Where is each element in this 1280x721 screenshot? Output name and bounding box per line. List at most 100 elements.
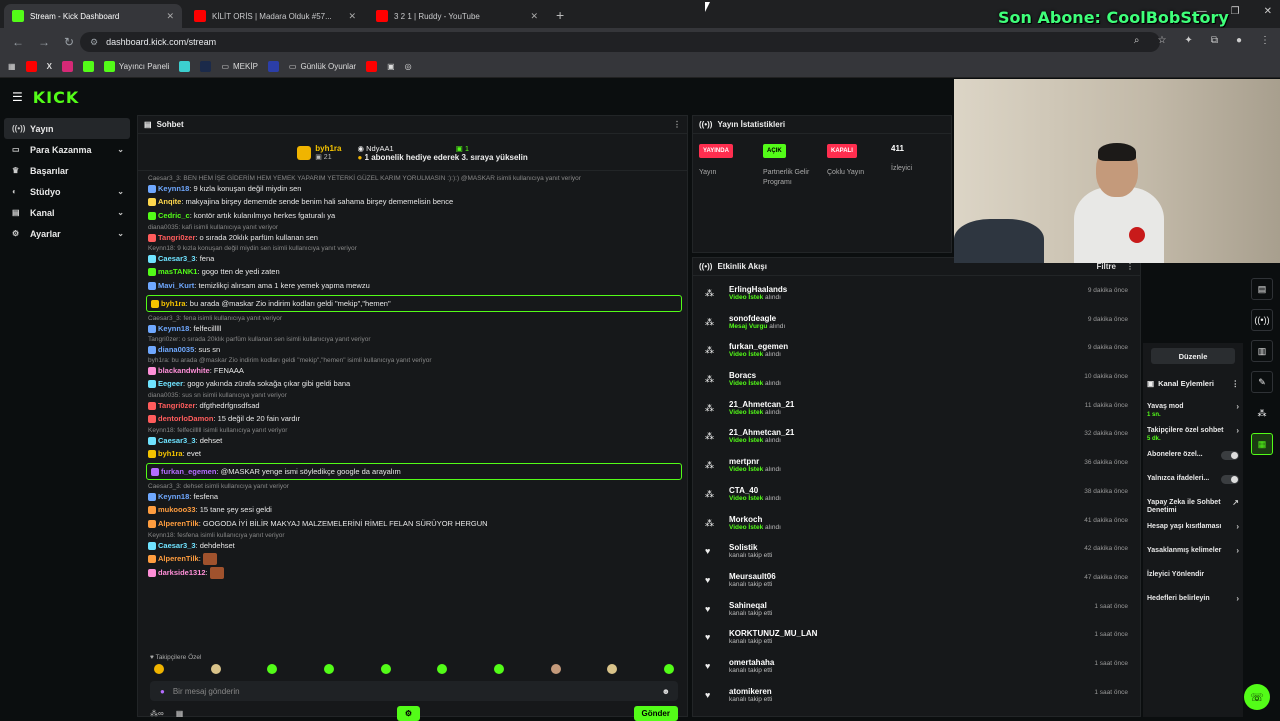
chevron-down-icon[interactable]: ⌄ [117, 187, 124, 196]
chat-message[interactable]: byh1ra: evet [146, 447, 682, 461]
activity-item[interactable]: ♥ Sahineqal kanalı takip etti 1 saat önce [705, 596, 1128, 625]
menu-icon[interactable]: ⋮ [1260, 35, 1270, 46]
activity-item[interactable]: ⁂ Boracs Video İstek alındı 10 dakika önce [705, 366, 1128, 395]
chat-message[interactable]: furkan_egemen: @MASKAR yenge ismi söyled… [146, 463, 682, 480]
profile-icon[interactable]: ● [1236, 35, 1242, 46]
chat-username[interactable]: furkan_egemen [161, 467, 216, 476]
quick-emote-icon[interactable] [663, 664, 674, 674]
kick-studio-icon[interactable]: ▦ [1251, 433, 1273, 455]
chat-username[interactable]: Tangri0zer [158, 233, 195, 242]
chat-username[interactable]: Mavi_Kurt [158, 281, 194, 290]
chat-options-icon[interactable]: ⋮ [673, 120, 681, 129]
restore-icon[interactable]: ❐ [1231, 6, 1240, 17]
chat-message[interactable]: darkside1312: [146, 566, 682, 580]
activity-item[interactable]: ⁂ mertpnr Video İstek alındı 36 dakika önce [705, 452, 1128, 481]
tab-close-icon[interactable]: ✕ [348, 11, 356, 22]
globe-bookmark-icon[interactable]: ◎ [405, 62, 412, 71]
site-info-icon[interactable]: ⚙ [90, 37, 98, 48]
channel-actions-options-icon[interactable]: ⋮ [1232, 379, 1240, 388]
chat-message[interactable]: diana0035: kafi isimli kullanıcıya yanıt… [146, 223, 682, 244]
sidebar-item[interactable]: ((•)) Yayın [4, 118, 130, 139]
channel-action-item[interactable]: Yasaklanmış kelimeler › [1147, 545, 1239, 569]
channel-action-item[interactable]: Yavaş mod 1 sn. › [1147, 401, 1239, 425]
broadcast-toggle-icon[interactable]: ((•)) [1251, 309, 1273, 331]
chat-message[interactable]: Keynn18: 9 kızla konuşan değil miydin se… [146, 244, 682, 265]
activity-item[interactable]: ⁂ CTA_40 Video İstek alındı 38 dakika önce [705, 481, 1128, 510]
sidebar-item[interactable]: ⚙ Ayarlar ⌄ [4, 223, 130, 244]
quick-emote-icon[interactable] [380, 664, 391, 674]
layout-icon[interactable]: ▥ [1251, 340, 1273, 362]
chat-username[interactable]: byh1ra [161, 299, 186, 308]
wrench-icon[interactable]: ✎ [1251, 371, 1273, 393]
quick-emote-icon[interactable] [550, 664, 561, 674]
chat-message[interactable]: dentorloDamon: 15 değil de 20 fain vardı… [146, 412, 682, 426]
support-chat-button[interactable]: ☏ [1244, 684, 1270, 710]
chat-message[interactable]: Anqite: makyajina birşey dememde sende b… [146, 195, 682, 209]
channel-action-item[interactable]: Yalnızca ifadeleri... [1147, 473, 1239, 497]
browser-tab[interactable]: 3 2 1 | Ruddy - YouTube ✕ [368, 4, 546, 28]
app-bookmark-icon[interactable] [179, 61, 191, 72]
activity-item[interactable]: ⁂ sonofdeagle Mesaj Vurgu alındı 9 dakika ö… [705, 309, 1128, 338]
chat-message[interactable]: Keynn18: felfecilllll isimli kullanıcıya… [146, 426, 682, 447]
apps-grid-icon[interactable]: ▦ [8, 62, 16, 71]
activity-item[interactable]: ⁂ furkan_egemen Video İstek alındı 9 dakika… [705, 337, 1128, 366]
kick-logo[interactable]: KICK [33, 88, 80, 107]
gift-prompt[interactable]: ◉ NdyAA1 ▣ 1 ● 1 abonelik hediye ederek … [357, 144, 527, 162]
activity-item[interactable]: ⁂ 21_Ahmetcan_21 Video İstek alındı 32 daki… [705, 423, 1128, 452]
channel-action-item[interactable]: Hesap yaşı kısıtlaması › [1147, 521, 1239, 545]
activity-item[interactable]: ♥ Meursault06 kanalı takip etti 47 dakika ö… [705, 567, 1128, 596]
settings-chat-icon[interactable]: ⚙ [396, 705, 420, 721]
chat-message[interactable]: AlperenTilk: [146, 552, 682, 566]
tab-close-icon[interactable]: ✕ [530, 11, 538, 22]
chevron-down-icon[interactable]: ⌄ [117, 145, 124, 154]
chat-username[interactable]: Tangri0zer [158, 401, 195, 410]
chat-message[interactable]: Caesar3_3: fena isimli kullanıcıya yanıt… [146, 314, 682, 335]
activity-item[interactable]: ♥ omertahaha kanalı takip etti 1 saat önce [705, 653, 1128, 682]
filter-button[interactable]: Filtre [1096, 262, 1116, 271]
top-gifter[interactable]: byh1ra ▣ 21 [297, 144, 341, 161]
activity-item[interactable]: ⁂ ErlingHaalands Video İstek alındı 9 dakik… [705, 280, 1128, 309]
bookmark-star-icon[interactable]: ☆ [1157, 35, 1166, 46]
image-bookmark-icon[interactable]: ▣ [387, 62, 395, 71]
chat-username[interactable]: Anqite [158, 197, 181, 206]
chat-message[interactable]: byh1ra: bu arada @maskar Zio indirim kod… [146, 356, 682, 377]
chat-message[interactable]: mukooo33: 15 tane şey sesi geldi [146, 503, 682, 517]
activity-item[interactable]: ⁂ 21_Ahmetcan_21 Video İstek alındı 11 daki… [705, 395, 1128, 424]
quick-emote-icon[interactable] [437, 664, 448, 674]
activity-item[interactable]: ♥ KORKTUNUZ_MU_LAN kanalı takip etti 1 saat… [705, 624, 1128, 653]
quick-emote-icon[interactable] [210, 664, 221, 674]
chat-username[interactable]: Keynn18 [158, 492, 189, 501]
emoji-picker-icon[interactable]: ☻ [662, 687, 670, 696]
quick-emote-icon[interactable] [323, 664, 334, 674]
chat-username[interactable]: Caesar3_3 [158, 541, 196, 550]
channel-action-item[interactable]: İzleyici Yönlendir [1147, 569, 1239, 593]
prime-bookmark-icon[interactable] [200, 61, 212, 72]
chat-message[interactable]: AlperenTilk: GOGODA İYİ BİLİR MAKYAJ MAL… [146, 517, 682, 531]
chat-username[interactable]: blackandwhite [158, 366, 210, 375]
zoom-icon[interactable]: ⌕ [1134, 35, 1140, 46]
bookmark-yayinci-paneli[interactable]: Yayıncı Paneli [103, 61, 169, 72]
chat-username[interactable]: Caesar3_3 [158, 254, 196, 263]
send-button[interactable]: Gönder [633, 705, 678, 721]
chevron-right-icon[interactable]: › [1236, 523, 1239, 531]
activity-options-icon[interactable]: ⋮ [1126, 262, 1134, 271]
chevron-right-icon[interactable]: › [1236, 427, 1239, 435]
quick-emote-icon[interactable] [154, 664, 164, 674]
activity-item[interactable]: ⁂ Morkoch Video İstek alındı 41 dakika önce [705, 510, 1128, 539]
chat-username[interactable]: Keynn18 [158, 184, 189, 193]
quick-emote-icon[interactable] [493, 664, 504, 674]
close-window-icon[interactable]: ✕ [1264, 6, 1272, 17]
chat-toggle-icon[interactable]: ▤ [1251, 278, 1273, 300]
chat-username[interactable]: Caesar3_3 [158, 436, 196, 445]
chevron-right-icon[interactable]: › [1236, 547, 1239, 555]
bookmark-gunluk-oyunlar[interactable]: ▭ Günlük Oyunlar [289, 62, 356, 71]
activity-item[interactable]: ♥ Solistik kanalı takip etti 42 dakika önce [705, 538, 1128, 567]
chevron-down-icon[interactable]: ⌄ [117, 208, 124, 217]
chat-tools-icon[interactable]: ⁂∞ [150, 709, 164, 718]
chat-message[interactable]: Eegeer: gogo yakında zürafa sokağa çıkar… [146, 377, 682, 391]
forward-icon[interactable]: → [38, 35, 52, 49]
youtube2-bookmark-icon[interactable] [366, 61, 378, 72]
chat-username[interactable]: darkside1312 [158, 568, 206, 577]
browser-tab[interactable]: KİLİT ORİS | Madara Olduk #57... ✕ [186, 4, 364, 28]
channel-action-item[interactable]: Takipçilere özel sohbet 5 dk. › [1147, 425, 1239, 449]
